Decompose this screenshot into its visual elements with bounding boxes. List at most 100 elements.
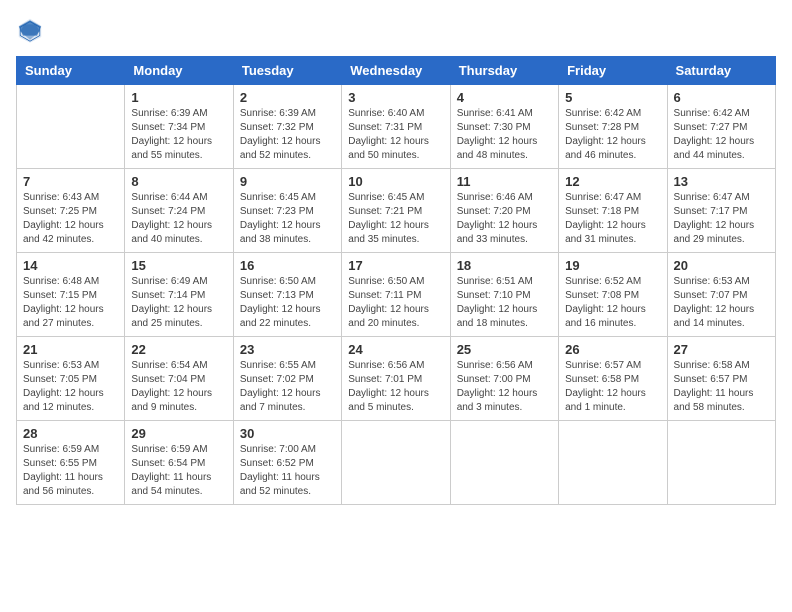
day-number: 27 [674,342,769,357]
day-number: 7 [23,174,118,189]
day-info: Sunrise: 6:50 AM Sunset: 7:13 PM Dayligh… [240,275,335,331]
logo [16,16,48,44]
day-number: 6 [674,90,769,105]
week-row-2: 7 Sunrise: 6:43 AM Sunset: 7:25 PM Daylig… [17,169,776,253]
day-info: Sunrise: 6:59 AM Sunset: 6:55 PM Dayligh… [23,443,118,499]
day-info: Sunrise: 6:47 AM Sunset: 7:17 PM Dayligh… [674,191,769,247]
week-row-1: 1 Sunrise: 6:39 AM Sunset: 7:34 PM Daylig… [17,85,776,169]
day-cell: 13 Sunrise: 6:47 AM Sunset: 7:17 PM Dayli… [667,169,775,253]
day-info: Sunrise: 6:42 AM Sunset: 7:27 PM Dayligh… [674,107,769,163]
day-number: 5 [565,90,660,105]
day-cell: 17Sunrise: 6:50 AM Sunset: 7:11 PM Dayli… [342,253,450,337]
day-number: 9 [240,174,335,189]
day-number: 4 [457,90,552,105]
day-number: 18 [457,258,552,273]
day-cell [342,421,450,505]
day-number: 2 [240,90,335,105]
day-number: 8 [131,174,226,189]
day-info: Sunrise: 6:46 AM Sunset: 7:20 PM Dayligh… [457,191,552,247]
day-cell: 20 Sunrise: 6:53 AM Sunset: 7:07 PM Dayli… [667,253,775,337]
day-number: 1 [131,90,226,105]
day-info: Sunrise: 6:50 AM Sunset: 7:11 PM Dayligh… [348,275,443,331]
day-cell: 6 Sunrise: 6:42 AM Sunset: 7:27 PM Daylig… [667,85,775,169]
day-info: Sunrise: 6:52 AM Sunset: 7:08 PM Dayligh… [565,275,660,331]
day-cell: 21 Sunrise: 6:53 AM Sunset: 7:05 PM Dayli… [17,337,125,421]
weekday-header-monday: Monday [125,57,233,85]
day-info: Sunrise: 6:47 AM Sunset: 7:18 PM Dayligh… [565,191,660,247]
weekday-header-row: SundayMondayTuesdayWednesdayThursdayFrid… [17,57,776,85]
day-info: Sunrise: 6:43 AM Sunset: 7:25 PM Dayligh… [23,191,118,247]
day-info: Sunrise: 6:44 AM Sunset: 7:24 PM Dayligh… [131,191,226,247]
day-cell: 29 Sunrise: 6:59 AM Sunset: 6:54 PM Dayli… [125,421,233,505]
day-info: Sunrise: 6:39 AM Sunset: 7:32 PM Dayligh… [240,107,335,163]
logo-icon [16,16,44,44]
day-info: Sunrise: 6:49 AM Sunset: 7:14 PM Dayligh… [131,275,226,331]
day-number: 30 [240,426,335,441]
day-number: 26 [565,342,660,357]
day-cell: 7 Sunrise: 6:43 AM Sunset: 7:25 PM Daylig… [17,169,125,253]
day-cell: 9 Sunrise: 6:45 AM Sunset: 7:23 PM Daylig… [233,169,341,253]
day-cell: 24 Sunrise: 6:56 AM Sunset: 7:01 PM Dayli… [342,337,450,421]
day-cell [450,421,558,505]
day-number: 19 [565,258,660,273]
weekday-header-sunday: Sunday [17,57,125,85]
day-info: Sunrise: 6:53 AM Sunset: 7:07 PM Dayligh… [674,275,769,331]
day-number: 23 [240,342,335,357]
day-number: 22 [131,342,226,357]
day-info: Sunrise: 6:51 AM Sunset: 7:10 PM Dayligh… [457,275,552,331]
day-number: 21 [23,342,118,357]
day-info: Sunrise: 6:40 AM Sunset: 7:31 PM Dayligh… [348,107,443,163]
day-info: Sunrise: 6:58 AM Sunset: 6:57 PM Dayligh… [674,359,769,415]
week-row-3: 14Sunrise: 6:48 AM Sunset: 7:15 PM Dayli… [17,253,776,337]
day-info: Sunrise: 6:56 AM Sunset: 7:01 PM Dayligh… [348,359,443,415]
day-cell [17,85,125,169]
day-number: 16 [240,258,335,273]
week-row-5: 28 Sunrise: 6:59 AM Sunset: 6:55 PM Dayli… [17,421,776,505]
day-cell: 11 Sunrise: 6:46 AM Sunset: 7:20 PM Dayli… [450,169,558,253]
day-number: 20 [674,258,769,273]
day-cell: 3 Sunrise: 6:40 AM Sunset: 7:31 PM Daylig… [342,85,450,169]
day-cell: 19 Sunrise: 6:52 AM Sunset: 7:08 PM Dayli… [559,253,667,337]
day-number: 14 [23,258,118,273]
day-number: 11 [457,174,552,189]
week-row-4: 21 Sunrise: 6:53 AM Sunset: 7:05 PM Dayli… [17,337,776,421]
day-number: 10 [348,174,443,189]
day-number: 15 [131,258,226,273]
day-info: Sunrise: 6:53 AM Sunset: 7:05 PM Dayligh… [23,359,118,415]
day-cell: 16 Sunrise: 6:50 AM Sunset: 7:13 PM Dayli… [233,253,341,337]
day-number: 28 [23,426,118,441]
day-info: Sunrise: 6:42 AM Sunset: 7:28 PM Dayligh… [565,107,660,163]
day-info: Sunrise: 6:57 AM Sunset: 6:58 PM Dayligh… [565,359,660,415]
day-cell: 26 Sunrise: 6:57 AM Sunset: 6:58 PM Dayli… [559,337,667,421]
day-cell: 22 Sunrise: 6:54 AM Sunset: 7:04 PM Dayli… [125,337,233,421]
weekday-header-wednesday: Wednesday [342,57,450,85]
day-cell [559,421,667,505]
day-info: Sunrise: 6:54 AM Sunset: 7:04 PM Dayligh… [131,359,226,415]
day-info: Sunrise: 6:39 AM Sunset: 7:34 PM Dayligh… [131,107,226,163]
day-number: 29 [131,426,226,441]
header [16,16,776,44]
day-info: Sunrise: 6:55 AM Sunset: 7:02 PM Dayligh… [240,359,335,415]
day-cell: 14Sunrise: 6:48 AM Sunset: 7:15 PM Dayli… [17,253,125,337]
day-info: Sunrise: 6:45 AM Sunset: 7:23 PM Dayligh… [240,191,335,247]
day-cell: 5 Sunrise: 6:42 AM Sunset: 7:28 PM Daylig… [559,85,667,169]
day-number: 24 [348,342,443,357]
day-cell: 23 Sunrise: 6:55 AM Sunset: 7:02 PM Dayli… [233,337,341,421]
day-cell: 18 Sunrise: 6:51 AM Sunset: 7:10 PM Dayli… [450,253,558,337]
day-info: Sunrise: 6:59 AM Sunset: 6:54 PM Dayligh… [131,443,226,499]
day-number: 3 [348,90,443,105]
calendar: SundayMondayTuesdayWednesdayThursdayFrid… [16,56,776,505]
day-cell: 27 Sunrise: 6:58 AM Sunset: 6:57 PM Dayli… [667,337,775,421]
day-info: Sunrise: 6:56 AM Sunset: 7:00 PM Dayligh… [457,359,552,415]
day-cell [667,421,775,505]
day-number: 13 [674,174,769,189]
day-info: Sunrise: 7:00 AM Sunset: 6:52 PM Dayligh… [240,443,335,499]
day-cell: 12Sunrise: 6:47 AM Sunset: 7:18 PM Dayli… [559,169,667,253]
day-cell: 8 Sunrise: 6:44 AM Sunset: 7:24 PM Daylig… [125,169,233,253]
weekday-header-friday: Friday [559,57,667,85]
day-cell: 1 Sunrise: 6:39 AM Sunset: 7:34 PM Daylig… [125,85,233,169]
day-cell: 30 Sunrise: 7:00 AM Sunset: 6:52 PM Dayli… [233,421,341,505]
day-cell: 2 Sunrise: 6:39 AM Sunset: 7:32 PM Daylig… [233,85,341,169]
weekday-header-thursday: Thursday [450,57,558,85]
day-info: Sunrise: 6:41 AM Sunset: 7:30 PM Dayligh… [457,107,552,163]
